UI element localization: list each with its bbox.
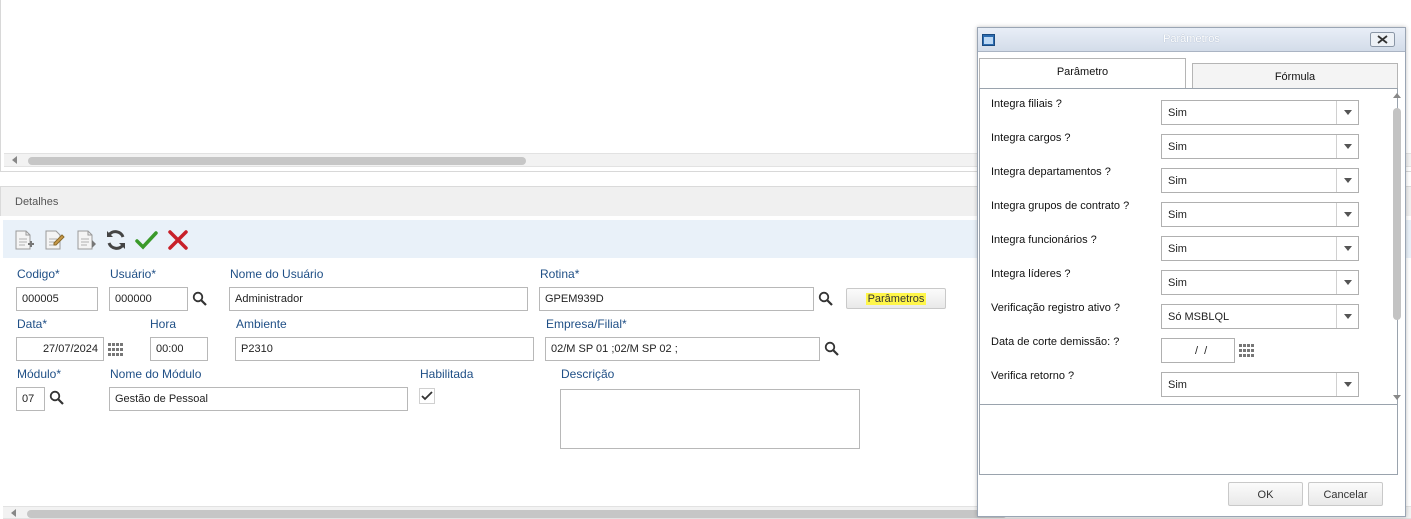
dialog-title: Parâmetros xyxy=(1163,33,1220,45)
refresh-icon[interactable] xyxy=(104,228,128,252)
data-label: Data* xyxy=(17,317,48,331)
chevron-down-icon[interactable] xyxy=(1336,169,1358,192)
nome-modulo-input[interactable]: Gestão de Pessoal xyxy=(109,387,408,411)
param-label: Integra cargos ? xyxy=(991,132,1071,144)
nome-usuario-label: Nome do Usuário xyxy=(230,267,324,281)
verificacao-registro-select[interactable]: Só MSBLQL xyxy=(1161,304,1359,329)
empresa-label: Empresa/Filial* xyxy=(546,317,627,331)
chevron-down-icon[interactable] xyxy=(1336,373,1358,396)
data-input[interactable]: 27/07/2024 xyxy=(16,337,104,361)
integra-grupos-contrato-select[interactable]: Sim xyxy=(1161,202,1359,227)
param-label: Verificação registro ativo ? xyxy=(991,302,1121,314)
select-value: Sim xyxy=(1168,107,1187,119)
dialog-titlebar: Parâmetros xyxy=(978,28,1405,52)
ok-button[interactable]: OK xyxy=(1228,482,1303,506)
chevron-down-icon[interactable] xyxy=(1336,135,1358,158)
cancel-button[interactable]: Cancelar xyxy=(1308,482,1383,506)
descricao-textarea[interactable] xyxy=(560,389,860,449)
habilitada-checkbox[interactable] xyxy=(419,388,435,404)
chevron-down-icon[interactable] xyxy=(1336,237,1358,260)
codigo-label: Codigo* xyxy=(17,267,60,281)
modulo-input[interactable]: 07 xyxy=(16,387,45,411)
parametros-dialog: Parâmetros Parâmetro Fórmula Integra fil… xyxy=(977,27,1406,517)
tab-parametro[interactable]: Parâmetro xyxy=(979,58,1186,89)
integra-cargos-select[interactable]: Sim xyxy=(1161,134,1359,159)
modulo-search-icon[interactable] xyxy=(49,390,65,406)
scroll-left-arrow-icon[interactable] xyxy=(12,156,17,164)
nome-modulo-label: Nome do Módulo xyxy=(110,367,202,381)
calendar-icon[interactable] xyxy=(1239,344,1255,358)
scrollbar-thumb[interactable] xyxy=(1393,108,1401,320)
select-value: Sim xyxy=(1168,243,1187,255)
param-label: Data de corte demissão: ? xyxy=(991,336,1120,348)
param-label: Integra líderes ? xyxy=(991,268,1071,280)
ok-button-label: OK xyxy=(1257,489,1274,501)
habilitada-label: Habilitada xyxy=(420,367,474,381)
parametros-button-label: Parâmetros xyxy=(865,293,927,305)
rotina-search-icon[interactable] xyxy=(818,291,834,307)
param-label: Integra grupos de contrato ? xyxy=(991,200,1130,212)
scroll-left-arrow-icon[interactable] xyxy=(11,509,16,517)
parametros-button[interactable]: Parâmetros xyxy=(846,288,946,309)
integra-lideres-select[interactable]: Sim xyxy=(1161,270,1359,295)
integra-funcionarios-select[interactable]: Sim xyxy=(1161,236,1359,261)
usuario-label: Usuário* xyxy=(110,267,157,281)
modulo-label: Módulo* xyxy=(17,367,62,381)
rotina-label: Rotina* xyxy=(540,267,580,281)
parameters-list: Integra filiais ? Sim Integra cargos ? S… xyxy=(979,88,1398,405)
scrollbar-thumb[interactable] xyxy=(27,510,1007,518)
select-value: Sim xyxy=(1168,141,1187,153)
chevron-down-icon[interactable] xyxy=(1336,101,1358,124)
close-icon[interactable] xyxy=(1370,32,1395,47)
ambiente-input[interactable]: P2310 xyxy=(235,337,534,361)
chevron-down-icon[interactable] xyxy=(1336,203,1358,226)
integra-departamentos-select[interactable]: Sim xyxy=(1161,168,1359,193)
cancel-icon[interactable] xyxy=(166,228,190,252)
select-value: Sim xyxy=(1168,379,1187,391)
usuario-input[interactable]: 000000 xyxy=(109,287,188,311)
rotina-input[interactable]: GPEM939D xyxy=(539,287,814,311)
select-value: Sim xyxy=(1168,175,1187,187)
hora-input[interactable]: 00:00 xyxy=(150,337,208,361)
tab-parametro-label: Parâmetro xyxy=(1056,66,1109,78)
verifica-retorno-select[interactable]: Sim xyxy=(1161,372,1359,397)
param-label: Integra funcionários ? xyxy=(991,234,1097,246)
cancel-button-label: Cancelar xyxy=(1323,489,1368,501)
descricao-label: Descrição xyxy=(561,367,615,381)
edit-doc-icon[interactable] xyxy=(42,228,66,252)
new-doc-icon[interactable] xyxy=(12,228,36,252)
confirm-icon[interactable] xyxy=(134,228,158,252)
usuario-search-icon[interactable] xyxy=(192,291,208,307)
calendar-icon[interactable] xyxy=(108,343,124,357)
tab-formula-label: Fórmula xyxy=(1274,71,1316,83)
nome-usuario-input[interactable]: Administrador xyxy=(229,287,528,311)
ambiente-label: Ambiente xyxy=(236,317,287,331)
parameters-vertical-scrollbar[interactable] xyxy=(1391,90,1403,403)
param-label: Integra filiais ? xyxy=(991,98,1062,110)
scroll-down-arrow-icon[interactable] xyxy=(1393,395,1401,400)
chevron-down-icon[interactable] xyxy=(1336,271,1358,294)
select-value: Sim xyxy=(1168,209,1187,221)
tab-formula[interactable]: Fórmula xyxy=(1192,63,1398,89)
dialog-lower-area xyxy=(979,405,1398,475)
codigo-input[interactable]: 000005 xyxy=(16,287,98,311)
param-label: Integra departamentos ? xyxy=(991,166,1111,178)
empresa-input[interactable]: 02/M SP 01 ;02/M SP 02 ; xyxy=(545,337,820,361)
data-corte-input[interactable]: / / xyxy=(1161,338,1235,363)
integra-filiais-select[interactable]: Sim xyxy=(1161,100,1359,125)
details-title: Detalhes xyxy=(15,196,59,208)
select-value: Sim xyxy=(1168,277,1187,289)
scroll-up-arrow-icon[interactable] xyxy=(1393,93,1401,98)
view-doc-icon[interactable] xyxy=(74,228,98,252)
param-label: Verifica retorno ? xyxy=(991,370,1075,382)
empresa-search-icon[interactable] xyxy=(824,341,840,357)
hora-label: Hora xyxy=(150,317,177,331)
chevron-down-icon[interactable] xyxy=(1336,305,1358,328)
select-value: Só MSBLQL xyxy=(1168,311,1230,323)
scrollbar-thumb[interactable] xyxy=(28,157,526,165)
